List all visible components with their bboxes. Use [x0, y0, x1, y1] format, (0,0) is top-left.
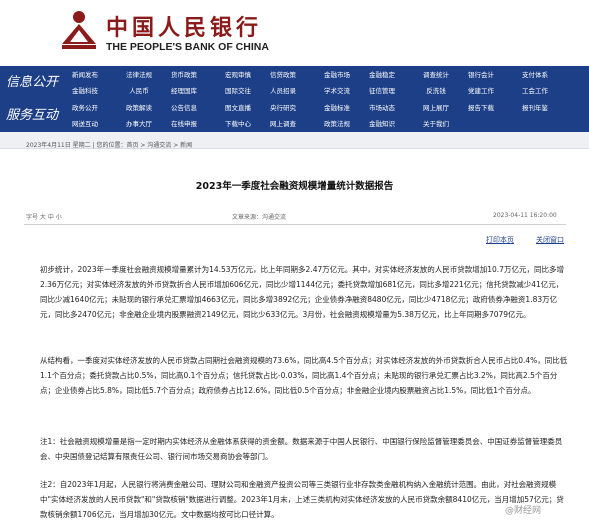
nav-item[interactable]: 法律法规 [118, 67, 160, 83]
nav-item[interactable]: 办事大厅 [118, 116, 160, 132]
nav-row-1: 新闻发布 法律法规 货币政策 宏观审慎 信贷政策 金融市场 金融稳定 调查统计 … [64, 67, 589, 83]
nav-item[interactable]: 央行研究 [262, 100, 304, 116]
nav-item[interactable]: 图文直播 [217, 100, 259, 116]
nav-item[interactable]: 工会工作 [514, 83, 556, 99]
nav-item[interactable]: 货币政策 [163, 67, 205, 83]
bank-name-cn: 中国人民银行 [106, 15, 263, 41]
nav-item[interactable]: 金融稳定 [361, 67, 403, 83]
close-window-link[interactable]: 关闭窗口 [536, 235, 564, 245]
nav-item[interactable]: 下载中心 [217, 116, 259, 132]
breadcrumb-text[interactable]: 2023年4月11日 星期二 | 您的位置：首页 > 沟通交流 > 新闻 [26, 142, 192, 149]
nav-item[interactable]: 政策法规 [316, 116, 358, 132]
nav-item[interactable]: 金融科技 [64, 83, 106, 99]
nav-item[interactable]: 金融知识 [361, 116, 403, 132]
nav-group-service-label: 服务互动 [5, 108, 58, 123]
nav-item[interactable]: 政策解读 [118, 100, 160, 116]
nav-item[interactable]: 金融市场 [316, 67, 358, 83]
nav-item[interactable]: 关于我们 [415, 116, 457, 132]
nav-item[interactable]: 宏观审慎 [217, 67, 259, 83]
nav-item[interactable]: 报告下载 [460, 100, 502, 116]
article-paragraph-2: 从结构看，一季度对实体经济发放的人民币贷款占同期社会融资规模的73.6%，同比高… [40, 356, 568, 395]
nav-item[interactable]: 金融标准 [316, 100, 358, 116]
nav-row-4: 网送互动 办事大厅 在线申报 下载中心 网上调查 政策法规 金融知识 关于我们 [64, 116, 589, 132]
source-watermark: @财经网 [505, 506, 542, 516]
article-source: 文章来源：沟通交流 [232, 214, 287, 221]
nav-item[interactable]: 新闻发布 [64, 67, 106, 83]
main-navigation: 信息公开 服务互动 新闻发布 法律法规 货币政策 宏观审慎 信贷政策 金融市场 … [0, 66, 589, 132]
font-size-selector[interactable]: 字号 大 中 小 [26, 212, 62, 221]
article-date: 2023-04-11 16:20:00 [493, 212, 557, 219]
site-header: 中国人民银行 THE PEOPLE'S BANK OF CHINA [0, 0, 589, 66]
nav-item[interactable]: 报刊年鉴 [514, 100, 556, 116]
article-note-1: 注1：社会融资规模增量是指一定时期内实体经济从金融体系获得的资金额。数据来源于中… [40, 437, 563, 461]
nav-item[interactable]: 经理国库 [163, 83, 205, 99]
article-note-2: 注2：自2023年1月起，人民银行将消费金融公司、理财公司和金融资产投资公司等三… [40, 480, 564, 519]
nav-item[interactable]: 国际交往 [217, 83, 259, 99]
divider [24, 224, 566, 225]
pboc-logo-icon[interactable] [58, 10, 100, 50]
nav-item[interactable]: 公告信息 [163, 100, 205, 116]
article-title: 2023年一季度社会融资规模增量统计数据报告 [195, 181, 394, 192]
nav-item[interactable]: 市场动态 [361, 100, 403, 116]
nav-item[interactable]: 学术交流 [316, 83, 358, 99]
nav-item[interactable]: 征信管理 [361, 83, 403, 99]
nav-item[interactable]: 政务公开 [64, 100, 106, 116]
nav-group-info-label: 信息公开 [5, 75, 58, 90]
nav-item[interactable]: 支付体系 [514, 67, 556, 83]
nav-item[interactable]: 反洗钱 [415, 83, 457, 99]
nav-item[interactable]: 人民币 [118, 83, 160, 99]
nav-item[interactable]: 银行会计 [460, 67, 502, 83]
nav-item[interactable]: 在线申报 [163, 116, 205, 132]
nav-item[interactable]: 调查统计 [415, 67, 457, 83]
nav-item[interactable]: 网上调查 [262, 116, 304, 132]
nav-row-2: 金融科技 人民币 经理国库 国际交往 人员招录 学术交流 征信管理 反洗钱 党建… [64, 83, 589, 99]
breadcrumb: 2023年4月11日 星期二 | 您的位置：首页 > 沟通交流 > 新闻 [0, 132, 589, 149]
nav-item[interactable]: 网上展厅 [415, 100, 457, 116]
nav-row-3: 政务公开 政策解读 公告信息 图文直播 央行研究 金融标准 市场动态 网上展厅 … [64, 100, 589, 116]
nav-item[interactable]: 党建工作 [460, 83, 502, 99]
nav-item[interactable]: 人员招录 [262, 83, 304, 99]
article-paragraph-1: 初步统计，2023年一季度社会融资规模增量累计为14.53万亿元，比上年同期多2… [40, 265, 564, 319]
nav-item[interactable]: 网送互动 [64, 116, 106, 132]
bank-name-en: THE PEOPLE'S BANK OF CHINA [106, 41, 269, 53]
print-page-link[interactable]: 打印本页 [486, 235, 514, 245]
nav-item[interactable]: 信贷政策 [262, 67, 304, 83]
